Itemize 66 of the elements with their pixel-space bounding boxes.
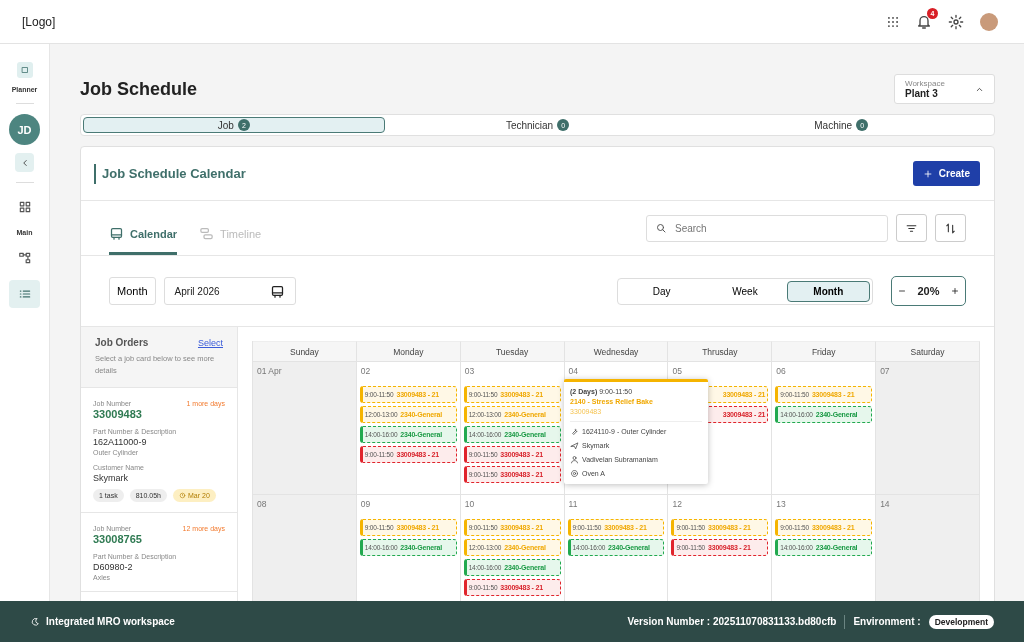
customer-name: Skymark [93, 473, 129, 483]
environment-label: Environment : [853, 616, 921, 627]
part-number: 162A11000-9 [93, 437, 148, 447]
app-name: Integrated MRO workspace [46, 616, 175, 627]
weekday-header: Monday [356, 341, 461, 362]
view-mode-tab[interactable]: Calendar [109, 215, 178, 255]
airplane-icon [570, 441, 579, 450]
date-field[interactable]: April 2026 [163, 277, 296, 305]
bell-icon [916, 13, 932, 30]
job-number[interactable]: 33009483 [93, 408, 225, 420]
day-number: 03 [463, 366, 476, 378]
day-number: 08 [256, 499, 268, 511]
day-number: 09 [359, 499, 372, 511]
plus-icon [949, 286, 960, 296]
period-select[interactable]: Month [109, 277, 156, 305]
hierarchy-icon [17, 251, 32, 265]
timeline-icon [199, 226, 215, 241]
environment-badge: Development [928, 614, 994, 629]
filter-button[interactable] [896, 214, 927, 242]
day-number: 10 [463, 499, 476, 511]
weekday-header: Friday [772, 341, 877, 362]
weekday-header: Saturday [876, 341, 980, 362]
weekday-header: Sunday [253, 341, 357, 362]
range-tab[interactable]: Week [703, 280, 787, 302]
user-avatar[interactable] [980, 12, 998, 31]
sort-icon [944, 221, 957, 235]
panel-title: Job Orders [95, 337, 149, 348]
list-icon [17, 287, 32, 301]
day-number: 06 [775, 366, 787, 378]
select-link[interactable]: Select [198, 337, 223, 348]
sort-button[interactable] [935, 214, 966, 242]
day-number: 12 [671, 499, 683, 511]
day-number: 01 Apr [256, 366, 283, 378]
range-tab[interactable]: Day [620, 280, 704, 302]
search-field[interactable]: Search [646, 214, 888, 242]
weekday-header: Tuesday [460, 341, 565, 362]
day-number: 11 [567, 499, 579, 511]
weekday-header: Wednesday [564, 341, 669, 362]
calendar-icon [269, 283, 285, 299]
day-number: 04 [567, 366, 580, 378]
zoom-control[interactable]: 20% [891, 276, 966, 306]
day-number: 07 [879, 366, 891, 378]
clock-icon [179, 492, 186, 499]
page-title: Job Schedule [80, 78, 198, 100]
day-number: 02 [359, 366, 372, 378]
version-text: Version Number : 202511070831133.bd80cfb [627, 616, 837, 627]
dashboard-icon [17, 200, 32, 214]
moon-icon [30, 616, 40, 627]
day-number: 14 [879, 499, 891, 511]
day-number: 05 [671, 366, 683, 378]
range-tab[interactable]: Month [786, 280, 870, 302]
logo-text: [Logo] [22, 14, 56, 29]
part-number: D60980-2 [93, 562, 134, 572]
plus-icon [922, 168, 933, 179]
section-title: Job Schedule Calendar [94, 163, 246, 184]
user-initials-avatar[interactable]: JD [9, 114, 40, 145]
search-icon [655, 221, 667, 234]
create-button[interactable]: Create [912, 161, 980, 186]
day-number: 13 [775, 499, 787, 511]
calendar-icon [109, 226, 124, 241]
workspace-dropdown[interactable]: Workspace Plant 3 [894, 74, 995, 104]
apps-grid-icon [886, 14, 900, 29]
planner-icon[interactable] [16, 62, 33, 78]
person-icon [570, 455, 579, 464]
weekday-header: Thrusday [668, 341, 773, 362]
job-number[interactable]: 33008765 [93, 533, 225, 545]
